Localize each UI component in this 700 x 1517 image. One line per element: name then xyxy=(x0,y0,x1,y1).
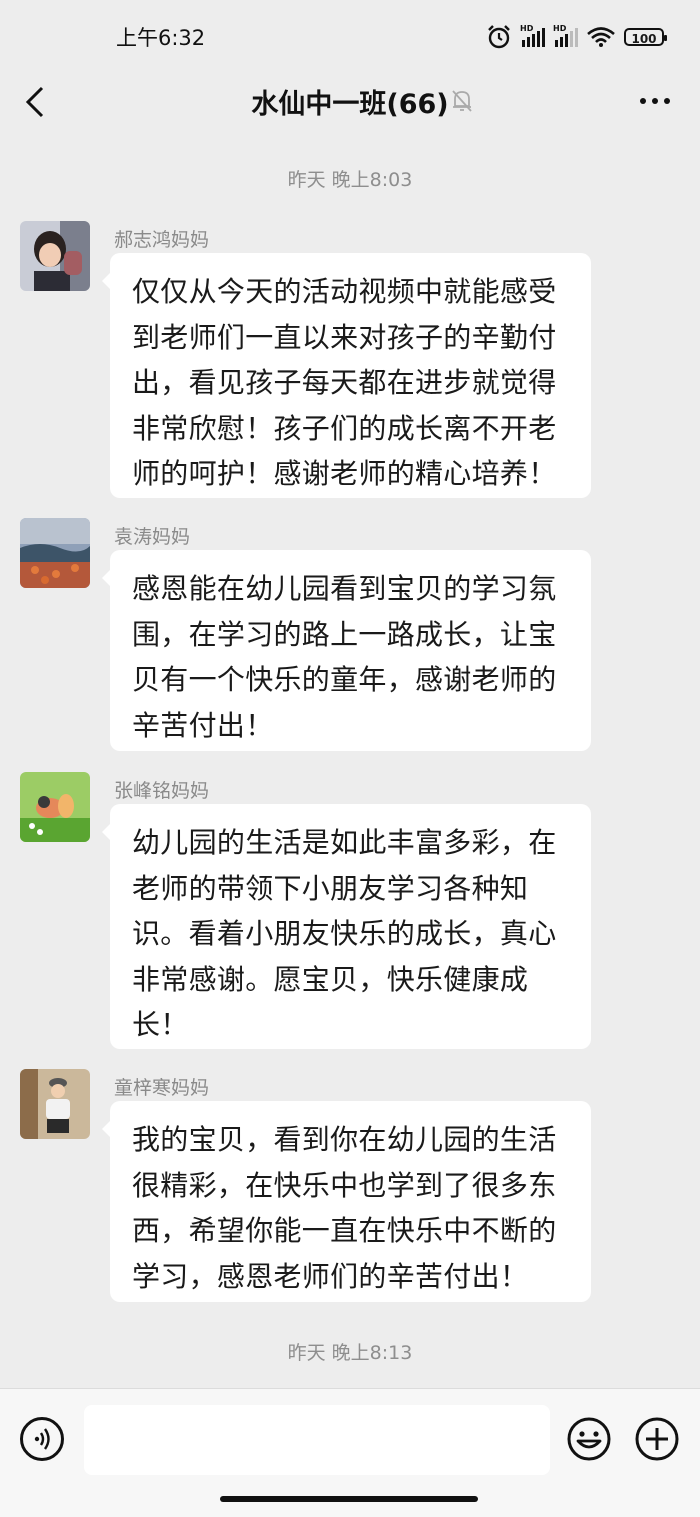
bell-muted-icon xyxy=(452,90,472,112)
voice-input-icon[interactable] xyxy=(20,1417,64,1461)
message-bubble[interactable]: 我的宝贝，看到你在幼儿园的生活很精彩，在快乐中也学到了很多东西，希望你能一直在快… xyxy=(102,1101,591,1302)
message-input[interactable] xyxy=(84,1405,550,1475)
sender-name: 童梓寒妈妈 xyxy=(114,1077,210,1099)
sender-name: 张峰铭妈妈 xyxy=(114,780,210,802)
chat-title: 水仙中一班(66) xyxy=(251,89,449,120)
message-bubble[interactable]: 感恩能在幼儿园看到宝贝的学习氛围，在学习的路上一路成长，让宝贝有一个快乐的童年，… xyxy=(102,550,591,751)
status-icons: HD HD 100 xyxy=(486,24,667,50)
signal-2-icon: HD xyxy=(553,24,578,47)
chat-header: 水仙中一班(66) xyxy=(0,70,700,134)
sender-name: 郝志鸿妈妈 xyxy=(114,229,210,251)
alarm-icon xyxy=(488,25,510,49)
more-dots-icon[interactable] xyxy=(640,98,670,104)
timestamp: 昨天 晚上8:13 xyxy=(287,1342,413,1364)
timestamp: 昨天 晚上8:03 xyxy=(287,169,413,191)
plus-circle-icon[interactable] xyxy=(634,1416,680,1462)
avatar[interactable] xyxy=(20,1069,90,1139)
emoji-icon[interactable] xyxy=(566,1416,612,1462)
avatar[interactable] xyxy=(20,518,90,588)
signal-1-icon: HD xyxy=(520,24,545,47)
message-bubble[interactable]: 仅仅从今天的活动视频中就能感受到老师们一直以来对孩子的辛勤付出，看见孩子每天都在… xyxy=(102,253,591,498)
status-bar: 上午6:32 HD HD 100 xyxy=(0,0,700,70)
status-time: 上午6:32 xyxy=(116,26,206,50)
wifi-icon xyxy=(587,27,615,47)
battery-icon: 100 xyxy=(624,28,667,46)
sender-name: 袁涛妈妈 xyxy=(114,526,191,548)
home-indicator[interactable] xyxy=(220,1496,478,1502)
message-bubble[interactable]: 幼儿园的生活是如此丰富多彩，在老师的带领下小朋友学习各种知识。看着小朋友快乐的成… xyxy=(102,804,591,1049)
avatar[interactable] xyxy=(20,772,90,842)
avatar[interactable] xyxy=(20,221,90,291)
